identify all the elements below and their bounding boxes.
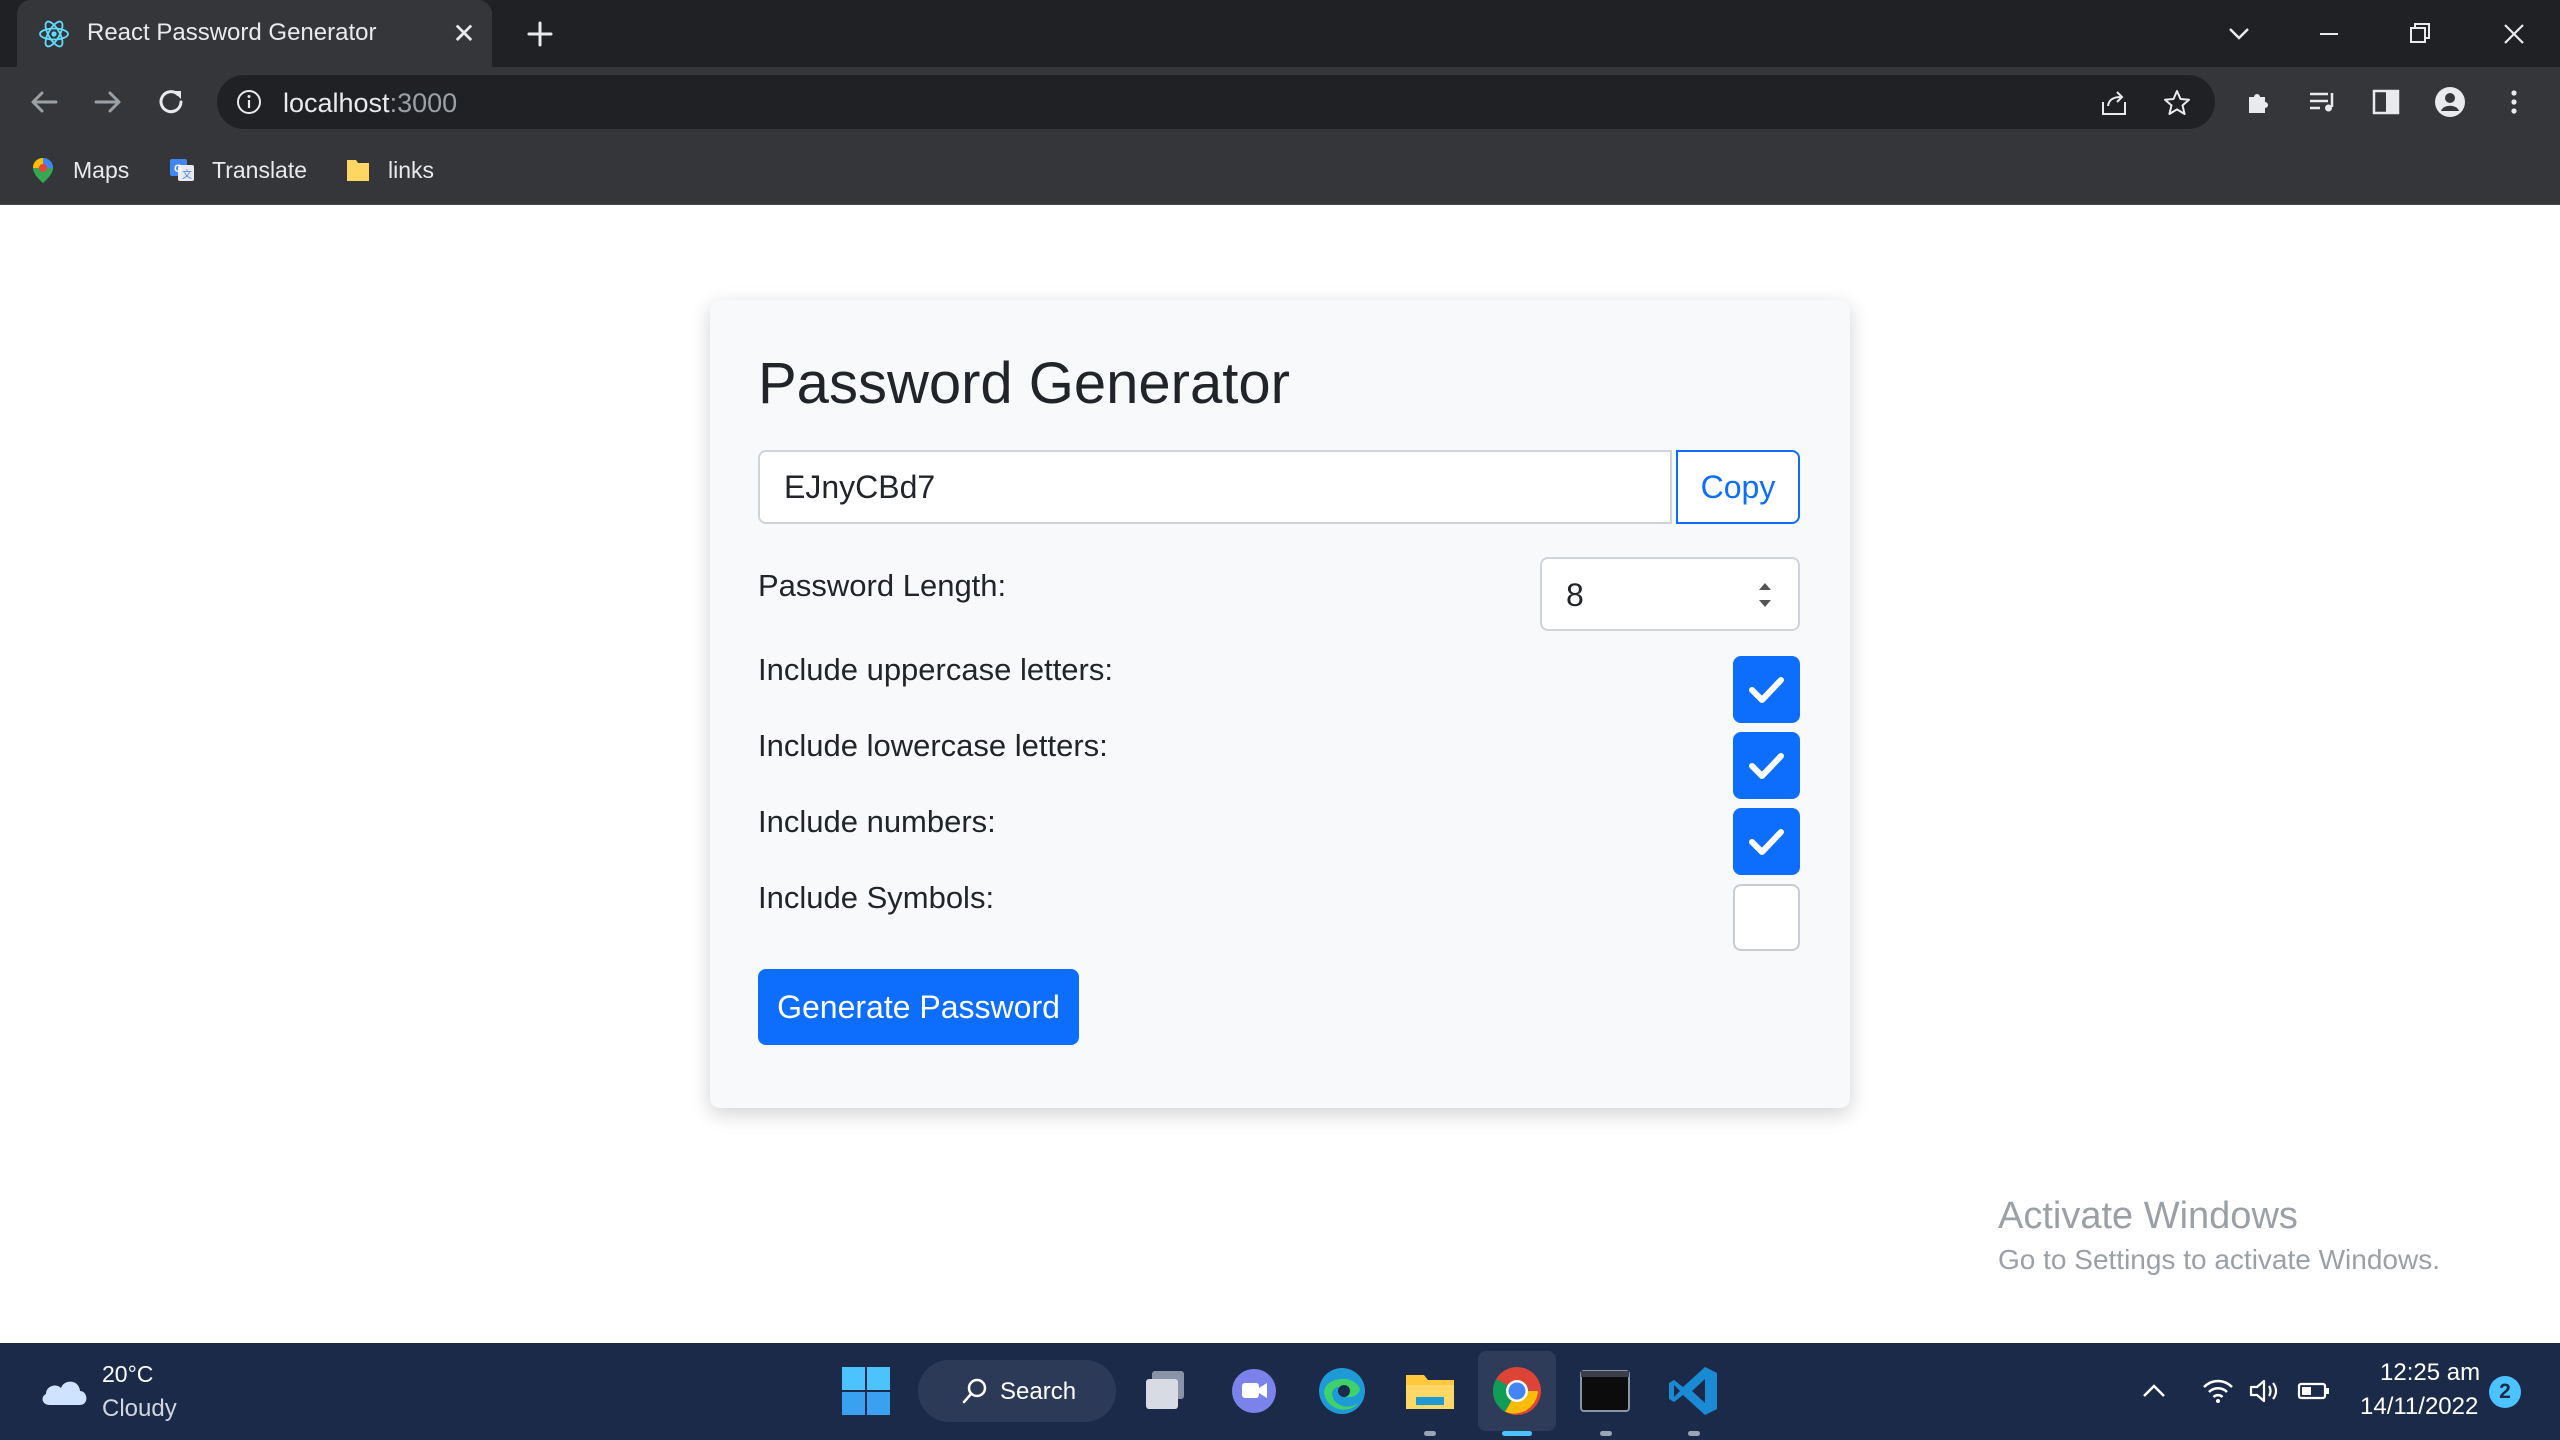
bookmark-label: Translate <box>212 156 308 183</box>
lowercase-label: Include lowercase letters: <box>758 728 1108 763</box>
browser-toolbar: localhost:3000 <box>0 67 2560 137</box>
vscode-icon[interactable] <box>1665 1363 1721 1419</box>
taskbar-search-button[interactable]: Search <box>918 1360 1116 1422</box>
weather-temperature[interactable]: 20°C <box>102 1361 153 1388</box>
bookmark-translate[interactable]: G 文 Translate <box>168 152 307 188</box>
url-text: localhost:3000 <box>283 88 457 119</box>
file-explorer-icon[interactable] <box>1402 1363 1458 1419</box>
windows-taskbar: 20°C Cloudy Search 12:25 am 14/11/2022 2 <box>0 1343 2560 1440</box>
site-info-icon[interactable] <box>235 88 263 116</box>
tab-title: React Password Generator <box>87 19 377 46</box>
password-generator-card: Password Generator Copy Password Length:… <box>710 300 1850 1108</box>
generate-password-button[interactable]: Generate Password <box>758 969 1079 1045</box>
svg-text:文: 文 <box>182 168 192 181</box>
browser-tab-active[interactable]: React Password Generator ✕ <box>17 0 492 67</box>
translate-icon: G 文 <box>170 159 194 181</box>
watermark-subtitle: Go to Settings to activate Windows. <box>1998 1244 2440 1275</box>
watermark-title: Activate Windows <box>1998 1195 2298 1237</box>
url-host: localhost <box>283 88 390 118</box>
url-port: :3000 <box>389 88 458 118</box>
numbers-checkbox[interactable] <box>1733 808 1800 875</box>
address-bar[interactable]: localhost:3000 <box>217 75 2215 129</box>
chrome-active-indicator <box>1502 1431 1532 1436</box>
reload-icon[interactable] <box>151 82 191 122</box>
bookmark-label: links <box>388 156 435 183</box>
bookmark-maps[interactable]: Maps <box>29 152 129 188</box>
volume-icon[interactable] <box>2246 1373 2282 1409</box>
symbols-label: Include Symbols: <box>758 880 995 915</box>
share-icon[interactable] <box>2099 88 2129 118</box>
chrome-browser-icon[interactable] <box>1489 1363 1545 1419</box>
search-icon <box>962 1378 987 1404</box>
page-content: Password Generator Copy Password Length:… <box>0 205 2560 1343</box>
bookmark-label: Maps <box>73 156 130 183</box>
password-length-label: Password Length: <box>758 568 1007 603</box>
extensions-icon[interactable] <box>2243 85 2277 119</box>
wifi-icon[interactable] <box>2200 1373 2236 1409</box>
copy-button[interactable]: Copy <box>1676 450 1800 524</box>
restore-icon[interactable] <box>2398 12 2442 56</box>
symbols-checkbox[interactable] <box>1733 884 1800 951</box>
side-panel-icon[interactable] <box>2369 85 2403 119</box>
bookmark-star-icon[interactable] <box>2162 88 2192 118</box>
checkmark-icon <box>1749 753 1784 779</box>
uppercase-label: Include uppercase letters: <box>758 652 1113 687</box>
teams-chat-icon[interactable] <box>1226 1363 1282 1419</box>
password-output-field[interactable] <box>758 450 1672 524</box>
terminal-icon[interactable] <box>1577 1363 1633 1419</box>
password-length-input[interactable]: 8 <box>1540 557 1800 631</box>
weather-description[interactable]: Cloudy <box>102 1395 177 1423</box>
page-title: Password Generator <box>758 351 1290 416</box>
close-tab-icon[interactable]: ✕ <box>447 17 481 51</box>
profile-avatar-icon[interactable] <box>2433 85 2467 119</box>
minimize-icon[interactable] <box>2307 12 2351 56</box>
battery-icon[interactable] <box>2296 1373 2332 1409</box>
react-logo-icon <box>39 20 69 48</box>
clock-date[interactable]: 14/11/2022 <box>2360 1393 2478 1421</box>
forward-icon[interactable] <box>88 82 128 122</box>
number-spinner-icon[interactable] <box>1754 575 1776 615</box>
uppercase-checkbox[interactable] <box>1733 656 1800 723</box>
cloud-weather-icon[interactable] <box>36 1371 92 1411</box>
vscode-running-indicator <box>1688 1431 1700 1436</box>
windows-start-icon[interactable] <box>838 1363 894 1419</box>
bookmarks-bar: Maps G 文 Translate links <box>0 137 2560 205</box>
notification-badge[interactable]: 2 <box>2489 1376 2521 1408</box>
close-window-icon[interactable] <box>2492 12 2536 56</box>
checkmark-icon <box>1749 829 1784 855</box>
lowercase-checkbox[interactable] <box>1733 732 1800 799</box>
checkmark-icon <box>1749 677 1784 703</box>
browser-menu-icon[interactable] <box>2497 85 2531 119</box>
tab-search-chevron-icon[interactable] <box>2217 12 2261 56</box>
new-tab-icon[interactable] <box>521 15 559 53</box>
task-view-icon[interactable] <box>1138 1363 1194 1419</box>
password-length-value: 8 <box>1566 577 1584 613</box>
search-label: Search <box>1000 1378 1077 1405</box>
browser-tab-strip: React Password Generator ✕ <box>0 0 2560 67</box>
bookmark-folder-links[interactable]: links <box>344 152 434 188</box>
media-playlist-icon[interactable] <box>2306 85 2340 119</box>
back-icon[interactable] <box>24 82 64 122</box>
edge-browser-icon[interactable] <box>1314 1363 1370 1419</box>
terminal-running-indicator <box>1600 1431 1612 1436</box>
explorer-running-indicator <box>1424 1431 1436 1436</box>
activate-windows-watermark: Activate Windows Go to Settings to activ… <box>1998 1195 2440 1276</box>
show-hidden-icons-chevron-icon[interactable] <box>2136 1373 2172 1409</box>
numbers-label: Include numbers: <box>758 804 996 839</box>
clock-time[interactable]: 12:25 am <box>2380 1359 2480 1387</box>
folder-icon <box>347 160 369 181</box>
maps-icon <box>33 158 53 183</box>
